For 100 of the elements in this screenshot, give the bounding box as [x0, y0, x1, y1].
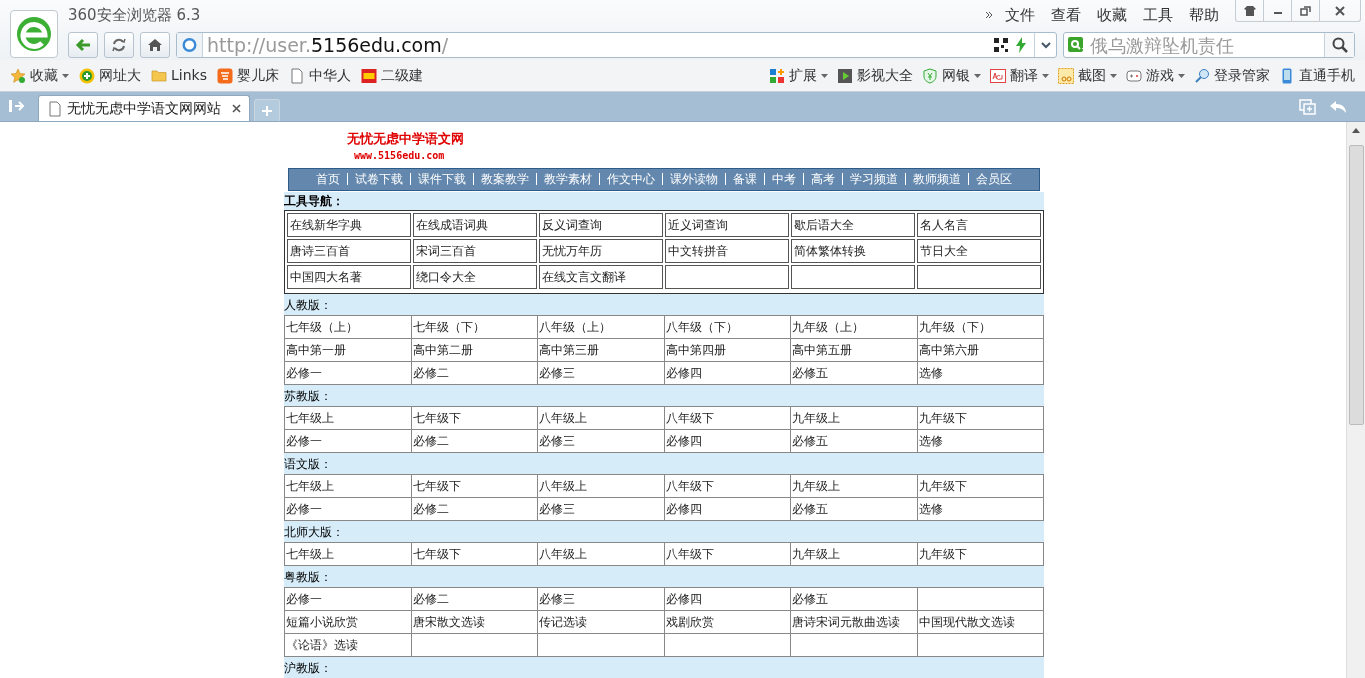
link-cell[interactable]: 近义词查询: [665, 213, 789, 237]
link-cell[interactable]: 唐诗宋词元散曲选读: [791, 611, 918, 634]
section-heading: 苏教版：: [284, 387, 332, 405]
link-cell[interactable]: 必修二: [411, 588, 538, 611]
nav-link[interactable]: 教师频道: [913, 170, 961, 189]
nav-link[interactable]: 教学素材: [544, 170, 592, 189]
scrollbar-thumb[interactable]: [1348, 145, 1364, 425]
nav-link[interactable]: 作文中心: [607, 170, 655, 189]
link-cell[interactable]: 节日大全: [917, 239, 1041, 263]
search-field[interactable]: 俄乌激辩坠机责任: [1063, 32, 1355, 58]
nav-link[interactable]: 教案教学: [481, 170, 529, 189]
scroll-up-icon[interactable]: [1352, 128, 1360, 133]
link-cell[interactable]: 戏剧欣赏: [664, 611, 791, 634]
link-cell[interactable]: 必修四: [664, 588, 791, 611]
menu-item[interactable]: 帮助: [1189, 3, 1219, 27]
link-cell[interactable]: 高中第五册: [791, 339, 918, 362]
link-cell[interactable]: 九年级下: [917, 475, 1044, 498]
toolbar-item[interactable]: 游戏: [1126, 65, 1185, 86]
link-cell[interactable]: 七年级（下）: [411, 316, 538, 339]
search-icon[interactable]: [1324, 33, 1354, 57]
double-chevron-icon[interactable]: [985, 11, 993, 19]
link-cell[interactable]: 歇后语大全: [791, 213, 915, 237]
browser-logo-icon[interactable]: [10, 10, 58, 58]
link-cell[interactable]: 八年级下: [664, 407, 791, 430]
link-cell[interactable]: 高中第一册: [285, 339, 412, 362]
close-icon[interactable]: [232, 104, 241, 113]
link-cell[interactable]: 七年级下: [411, 407, 538, 430]
link-cell[interactable]: 必修五: [791, 588, 918, 611]
link-cell[interactable]: 高中第三册: [538, 339, 665, 362]
menu-item[interactable]: 工具: [1143, 3, 1173, 27]
link-cell[interactable]: 高中第六册: [917, 339, 1044, 362]
toolbar-item[interactable]: 影视大全: [837, 65, 913, 86]
link-cell[interactable]: 名人名言: [917, 213, 1041, 237]
toolbar-item[interactable]: 网银: [922, 65, 981, 86]
qr-code-icon[interactable]: [994, 38, 1008, 52]
link-cell[interactable]: 必修一: [285, 588, 412, 611]
nav-link[interactable]: 学习频道: [850, 170, 898, 189]
nav-link[interactable]: 课外读物: [670, 170, 718, 189]
link-cell[interactable]: 七年级上: [285, 475, 412, 498]
link-cell[interactable]: 中文转拼音: [665, 239, 789, 263]
toolbar-item[interactable]: 直通手机: [1279, 65, 1355, 86]
toolbar-item[interactable]: 翻译: [990, 65, 1049, 86]
link-cell[interactable]: 八年级（下）: [664, 316, 791, 339]
page-icon: [47, 100, 63, 117]
home-button[interactable]: [140, 32, 170, 58]
link-cell[interactable]: 在线成语词典: [413, 213, 537, 237]
back-button[interactable]: [68, 32, 98, 58]
link-cell[interactable]: 传记选读: [538, 611, 665, 634]
lightning-icon[interactable]: [1016, 37, 1026, 53]
scrollbar[interactable]: [1346, 122, 1365, 678]
link-cell[interactable]: 简体繁体转换: [791, 239, 915, 263]
link-cell[interactable]: 八年级上: [538, 407, 665, 430]
link-cell[interactable]: 九年级（下）: [917, 316, 1044, 339]
address-bar[interactable]: http://user.5156edu.com/: [176, 32, 1057, 58]
link-cell[interactable]: 唐诗三百首: [287, 239, 411, 263]
link-cell[interactable]: 短篇小说欣赏: [285, 611, 412, 634]
bookmark-item[interactable]: 网址大: [79, 65, 141, 86]
link-cell[interactable]: 宋词三百首: [413, 239, 537, 263]
link-cell[interactable]: 九年级上: [791, 475, 918, 498]
nav-link[interactable]: 试卷下载: [355, 170, 403, 189]
link-cell[interactable]: 在线新华字典: [287, 213, 411, 237]
link-cell[interactable]: 八年级（上）: [538, 316, 665, 339]
link-cell[interactable]: 高中第四册: [664, 339, 791, 362]
menu-item[interactable]: 查看: [1051, 3, 1081, 27]
bookmark-item[interactable]: 二级建: [360, 65, 423, 86]
link-cell[interactable]: 九年级下: [917, 407, 1044, 430]
bookmark-item[interactable]: 婴儿床: [216, 65, 279, 86]
nav-link[interactable]: 中考: [772, 170, 796, 189]
bookmark-item[interactable]: 收藏: [10, 65, 69, 86]
link-cell[interactable]: 中国现代散文选读: [917, 611, 1044, 634]
nav-link[interactable]: 首页: [316, 170, 340, 189]
link-cell[interactable]: 唐宋散文选读: [411, 611, 538, 634]
bookmark-item[interactable]: Links: [151, 65, 207, 86]
link-cell[interactable]: 八年级下: [664, 475, 791, 498]
link-cell[interactable]: 高中第二册: [411, 339, 538, 362]
link-cell[interactable]: 九年级上: [791, 407, 918, 430]
link-cell[interactable]: 无忧万年历: [539, 239, 663, 263]
browser-tab[interactable]: 无忧无虑中学语文网网站: [38, 95, 250, 121]
link-cell[interactable]: 绕口令大全: [413, 265, 537, 289]
nav-link[interactable]: 课件下载: [418, 170, 466, 189]
menu-item[interactable]: 收藏: [1097, 3, 1127, 27]
link-cell[interactable]: 反义词查询: [539, 213, 663, 237]
nav-link[interactable]: 高考: [811, 170, 835, 189]
link-cell[interactable]: 七年级（上）: [285, 316, 412, 339]
link-cell[interactable]: 九年级（上）: [791, 316, 918, 339]
link-cell[interactable]: 八年级上: [538, 475, 665, 498]
nav-link[interactable]: 备课: [733, 170, 757, 189]
link-cell[interactable]: 中国四大名著: [287, 265, 411, 289]
sidebar-toggle-icon[interactable]: [8, 99, 26, 113]
link-cell[interactable]: 在线文言文翻译: [539, 265, 663, 289]
toolbar-item[interactable]: 截图: [1058, 65, 1117, 86]
link-cell[interactable]: 七年级上: [285, 407, 412, 430]
refresh-button[interactable]: [104, 32, 134, 58]
link-cell[interactable]: 必修三: [538, 588, 665, 611]
menu-item[interactable]: 文件: [1005, 3, 1035, 27]
link-cell[interactable]: 七年级下: [411, 475, 538, 498]
nav-link[interactable]: 会员区: [976, 170, 1012, 189]
toolbar-item[interactable]: 登录管家: [1194, 65, 1270, 86]
bookmark-item[interactable]: 中华人: [288, 65, 351, 86]
toolbar-item[interactable]: 扩展: [769, 65, 828, 86]
